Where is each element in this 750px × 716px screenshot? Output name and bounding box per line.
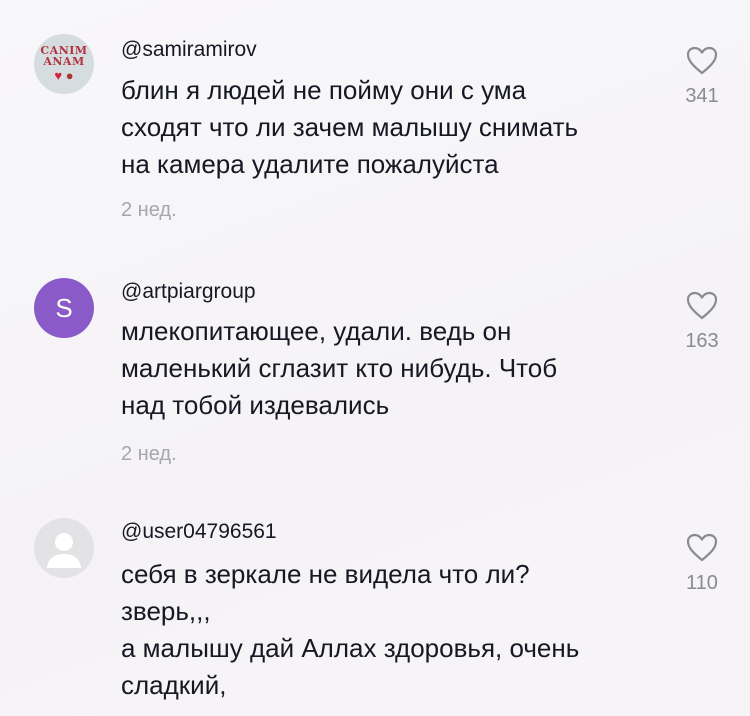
comment-text-line: себя в зеркале не видела что ли? [121,559,530,589]
person-silhouette-icon [47,533,81,568]
comment-text-line: блин я людей не пойму они с ума [121,75,527,105]
comment-username[interactable]: @user04796561 [121,520,277,544]
comment-text-line: зверь,,, [121,596,211,626]
avatar[interactable]: S [34,278,94,338]
like-button[interactable]: 163 [674,291,730,353]
like-button[interactable]: 110 [674,533,730,595]
comment-date: 2 нед. [121,199,177,221]
like-count: 110 [686,572,718,594]
comment-text-line: на камера удалите пожалуйста [121,149,499,179]
heart-outline-icon [686,46,718,75]
avatar-text: ANAM [43,55,85,68]
comments-panel: CANIM ANAM ♥ ● @samiramirov блин я людей… [0,0,750,716]
strawberry-icon: ● [65,68,74,83]
comment-text-line: а малышу дай Аллах здоровья, очень [121,633,580,663]
comment-date: 2 нед. [121,443,177,465]
avatar[interactable]: CANIM ANAM ♥ ● [34,34,94,94]
comment-text-line: над тобой издевались [121,390,390,420]
comment-text-line: маленький сглазит кто нибудь. Чтоб [121,353,558,383]
avatar-decoration: ♥ ● [54,69,73,83]
comment-text-line: сходят что ли зачем малышу снимать [121,112,579,142]
like-count: 163 [685,330,719,352]
comment-text-line: сладкий, [121,670,227,700]
comment-text-line: млекопитающее, удали. ведь он [121,316,512,346]
comment-text: млекопитающее, удали. ведь он маленький … [121,313,641,424]
heart-outline-icon [686,533,718,562]
heart-icon: ♥ [54,68,63,83]
comment-username[interactable]: @artpiargroup [121,280,256,304]
like-count: 341 [685,85,719,107]
like-button[interactable]: 341 [674,46,730,108]
heart-outline-icon [686,291,718,320]
comment-text: блин я людей не пойму они с ума сходят ч… [121,72,641,183]
avatar-letter: S [55,292,73,323]
comment-text: себя в зеркале не видела что ли? зверь,,… [121,556,641,704]
comment-username[interactable]: @samiramirov [121,38,257,62]
avatar[interactable] [34,518,94,578]
